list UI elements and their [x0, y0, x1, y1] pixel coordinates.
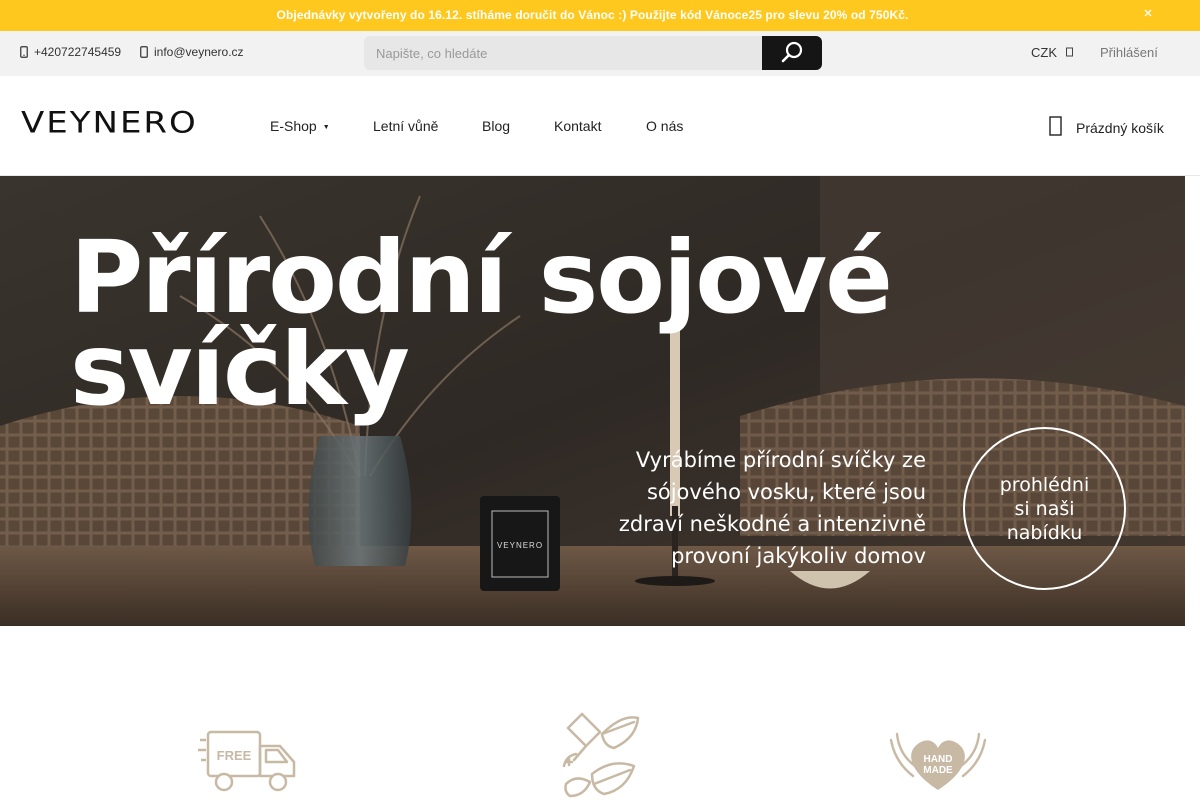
search-form	[364, 36, 822, 70]
cta-line: nabídku	[1006, 521, 1083, 544]
nav-item-label: E-Shop	[270, 118, 317, 134]
handmade-feature: HAND MADE	[887, 724, 989, 799]
site-logo[interactable]: VEYNERO	[21, 106, 198, 140]
nav-item-letni-vune[interactable]: Letní vůně	[373, 118, 438, 134]
email-contact[interactable]: info@veynero.cz	[140, 45, 244, 59]
hero-subtitle-line: sójového vosku, které jsou	[646, 480, 926, 504]
cart-button[interactable]: Prázdný košík	[1049, 116, 1164, 139]
browse-offer-button[interactable]: prohlédni si naši nabídku	[963, 427, 1126, 590]
cta-line: si naši	[1014, 497, 1075, 520]
handmade-heart-icon: HAND MADE	[889, 732, 987, 790]
hero-subtitle: Vyrábíme přírodní svíčky ze sójového vos…	[560, 444, 926, 572]
phone-icon	[20, 46, 28, 58]
currency-value: CZK	[1031, 45, 1057, 60]
free-delivery-feature: FREE	[198, 716, 298, 800]
nav-item-eshop[interactable]: E-Shop ▼	[270, 118, 330, 134]
site-header: VEYNERO E-Shop ▼ Letní vůně Blog Kontakt …	[0, 76, 1200, 176]
hero-title: Přírodní sojové svíčky	[70, 228, 893, 428]
announcement-text: Objednávky vytvořeny do 16.12. stíháme d…	[276, 8, 909, 22]
handmade-label-line: MADE	[923, 765, 953, 776]
phone-contact[interactable]: +420722745459	[20, 45, 121, 59]
close-icon[interactable]	[1140, 5, 1156, 25]
email-address: info@veynero.cz	[154, 45, 244, 59]
hero-subtitle-line: provoní jakýkoliv domov	[671, 544, 926, 568]
free-label: FREE	[217, 748, 252, 763]
shopping-bag-icon	[1049, 116, 1062, 139]
hero-subtitle-line: Vyrábíme přírodní svíčky ze	[635, 448, 926, 472]
phone-number: +420722745459	[34, 45, 122, 59]
hero-subtitle-line: zdraví neškodné a intenzivně	[618, 512, 926, 536]
handmade-label-line: HAND	[924, 754, 953, 765]
search-icon	[780, 40, 804, 67]
search-button[interactable]	[762, 36, 822, 70]
nav-item-o-nas[interactable]: O nás	[646, 118, 683, 134]
natural-ingredients-feature	[552, 704, 642, 800]
cta-label: prohlédni si naši nabídku	[990, 473, 1100, 545]
delivery-truck-icon: FREE	[198, 730, 296, 792]
chevron-down-icon: ▼	[322, 124, 330, 131]
login-link[interactable]: Přihlášení	[1100, 45, 1158, 60]
announcement-bar: Objednávky vytvořeny do 16.12. stíháme d…	[0, 0, 1200, 31]
top-bar: +420722745459 info@veynero.cz CZK Přihlá…	[0, 31, 1200, 76]
candle-label: VEYNERO	[497, 541, 543, 550]
currency-selector[interactable]: CZK	[1031, 45, 1074, 60]
nav-item-kontakt[interactable]: Kontakt	[554, 118, 601, 134]
envelope-icon	[140, 46, 148, 58]
hero-banner[interactable]: VEYNERO Přírodní sojové svíčky Vyrábíme …	[0, 176, 1185, 626]
cart-label: Prázdný košík	[1076, 119, 1164, 136]
search-input[interactable]	[364, 36, 762, 70]
leaves-dropper-icon	[562, 712, 640, 798]
cta-line: prohlédni	[999, 473, 1090, 496]
hero-title-line: svíčky	[70, 311, 410, 428]
nav-item-blog[interactable]: Blog	[482, 118, 510, 134]
chevron-down-icon	[1065, 45, 1074, 60]
